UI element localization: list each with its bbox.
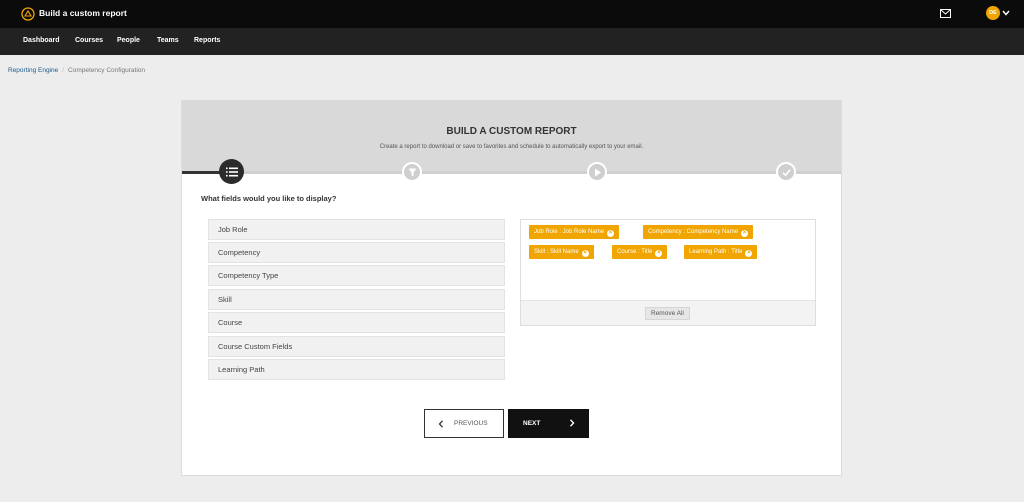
- card-header: BUILD A CUSTOM REPORT Create a report to…: [182, 101, 841, 173]
- field-option-competency[interactable]: Competency: [208, 242, 505, 263]
- list-icon: [225, 167, 238, 176]
- previous-button[interactable]: PREVIOUS: [424, 409, 504, 438]
- step-fields[interactable]: [219, 159, 244, 184]
- step-filters[interactable]: [402, 162, 422, 182]
- breadcrumb-current: Competency Configuration: [68, 67, 146, 74]
- remove-tag-icon[interactable]: ×: [741, 230, 749, 237]
- app-title: Build a custom report: [39, 8, 127, 18]
- chevron-down-icon[interactable]: [1002, 10, 1010, 16]
- selected-field-tag[interactable]: Learning Path : Title ×: [684, 245, 758, 259]
- progress-track: [182, 171, 841, 174]
- selected-field-tag[interactable]: Course : Title ×: [612, 245, 668, 259]
- field-option-job-role[interactable]: Job Role: [208, 219, 505, 240]
- page-subtitle: Create a report to download or save to f…: [379, 144, 644, 150]
- field-option-course-custom-fields[interactable]: Course Custom Fields: [208, 336, 505, 357]
- selected-field-tag[interactable]: Skill : Skill Name ×: [529, 245, 594, 259]
- tag-label: Competency : Competency Name: [648, 229, 739, 235]
- main-nav: Dashboard Courses People Teams Reports: [0, 28, 1024, 55]
- selected-field-tag[interactable]: Job Role : Job Role Name ×: [529, 225, 620, 239]
- remove-all-button[interactable]: Remove All: [645, 307, 690, 320]
- nav-item-courses[interactable]: Courses: [75, 37, 103, 44]
- breadcrumb-parent-link[interactable]: Reporting Engine: [8, 67, 58, 74]
- nav-item-teams[interactable]: Teams: [157, 37, 179, 44]
- chevron-left-icon: [438, 420, 443, 428]
- tag-label: Course : Title: [617, 249, 653, 255]
- tag-label: Learning Path : Title: [689, 249, 743, 255]
- remove-tag-icon[interactable]: ×: [655, 250, 663, 257]
- report-builder-card: BUILD A CUSTOM REPORT Create a report to…: [181, 100, 842, 476]
- selected-field-tag[interactable]: Competency : Competency Name ×: [643, 225, 754, 239]
- mail-icon[interactable]: [940, 9, 951, 18]
- field-option-skill[interactable]: Skill: [208, 289, 505, 310]
- previous-label: PREVIOUS: [454, 420, 488, 427]
- page-title: BUILD A CUSTOM REPORT: [446, 126, 577, 137]
- tag-label: Job Role : Job Role Name: [534, 229, 605, 235]
- remove-tag-icon[interactable]: ×: [745, 250, 753, 257]
- selected-panel-footer: Remove All: [521, 300, 815, 325]
- breadcrumb-separator: /: [62, 67, 65, 74]
- tag-label: Skill : Skill Name: [534, 249, 579, 255]
- nav-item-people[interactable]: People: [117, 37, 140, 44]
- check-icon: [781, 168, 791, 176]
- step-finish[interactable]: [776, 162, 796, 182]
- next-button[interactable]: NEXT: [508, 409, 589, 438]
- breadcrumb: Reporting Engine / Competency Configuratio…: [8, 67, 145, 74]
- field-option-course[interactable]: Course: [208, 312, 505, 333]
- user-avatar[interactable]: DE: [986, 6, 1000, 20]
- top-bar: Build a custom report DE: [0, 0, 1024, 28]
- field-option-learning-path[interactable]: Learning Path: [208, 359, 505, 380]
- nav-item-reports[interactable]: Reports: [194, 37, 220, 44]
- remove-tag-icon[interactable]: ×: [607, 230, 615, 237]
- selected-fields-panel: Job Role : Job Role Name × Competency : C…: [520, 219, 816, 326]
- chevron-right-icon: [569, 419, 575, 427]
- app-logo-icon: [21, 7, 35, 21]
- remove-tag-icon[interactable]: ×: [581, 250, 589, 257]
- fields-question: What fields would you like to display?: [201, 194, 337, 203]
- nav-item-dashboard[interactable]: Dashboard: [23, 37, 60, 44]
- field-option-competency-type[interactable]: Competency Type: [208, 265, 505, 286]
- next-label: NEXT: [523, 420, 541, 427]
- step-run[interactable]: [587, 162, 607, 182]
- play-icon: [594, 168, 601, 176]
- filter-icon: [408, 168, 416, 176]
